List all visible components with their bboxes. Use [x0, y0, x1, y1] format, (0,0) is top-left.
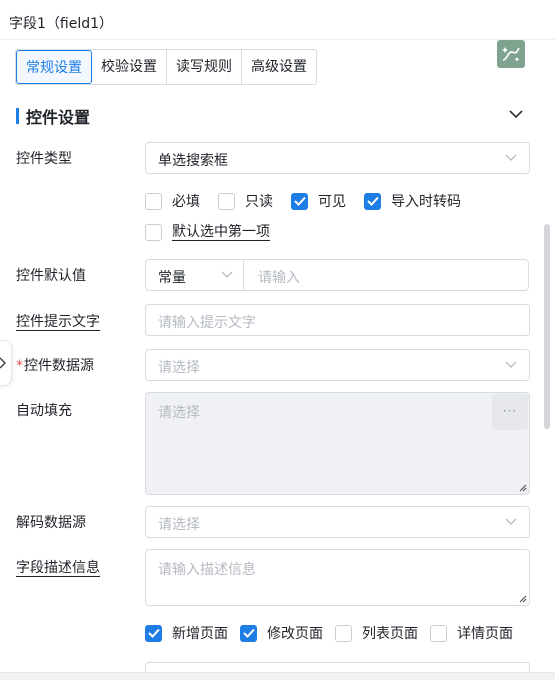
- default-value-field: 常量 请输入: [145, 259, 529, 291]
- data-source-placeholder: 请选择: [158, 360, 200, 376]
- autofill-label: 自动填充: [16, 403, 72, 419]
- checkbox-label: 导入时转码: [391, 194, 461, 210]
- default-value-mode-select[interactable]: 常量: [146, 260, 244, 290]
- chevron-down-icon: [505, 154, 517, 161]
- checkbox-label: 列表页面: [362, 626, 418, 642]
- chevron-down-icon: [221, 271, 233, 278]
- panel-header: 字段1（field1）: [0, 0, 555, 40]
- tab-read-write[interactable]: 读写规则: [167, 50, 242, 84]
- list-page-checkbox[interactable]: 列表页面: [335, 623, 418, 643]
- hint-text-placeholder: 请输入提示文字: [158, 315, 256, 331]
- checkbox-box: [291, 192, 308, 210]
- control-type-value: 单选搜索框: [158, 153, 228, 169]
- description-textarea[interactable]: 请输入描述信息: [145, 549, 530, 606]
- required-mark: *: [16, 358, 23, 374]
- tab-advanced[interactable]: 高级设置: [242, 50, 316, 84]
- checkbox-box: [430, 624, 447, 642]
- chevron-down-icon: [505, 518, 517, 525]
- checkbox-label: 默认选中第一项: [172, 223, 270, 241]
- autofill-placeholder: 请选择: [158, 405, 200, 421]
- checkbox-label: 必填: [172, 194, 200, 210]
- checkbox-box: [240, 624, 257, 642]
- checkbox-label: 详情页面: [457, 626, 513, 642]
- vertical-scrollbar[interactable]: [544, 224, 550, 429]
- checkbox-label: 修改页面: [267, 626, 323, 642]
- control-type-label: 控件类型: [16, 151, 72, 167]
- section-accent-bar: [16, 108, 19, 124]
- tab-general[interactable]: 常规设置: [16, 50, 92, 84]
- bottom-edge: [0, 672, 555, 680]
- tab-validation[interactable]: 校验设置: [92, 50, 167, 84]
- required-checkbox[interactable]: 必填: [145, 191, 200, 211]
- edit-page-checkbox[interactable]: 修改页面: [240, 623, 323, 643]
- magic-wand-button[interactable]: [497, 40, 525, 68]
- default-value-mode: 常量: [158, 270, 186, 286]
- decode-source-label: 解码数据源: [16, 515, 86, 531]
- default-first-row: 默认选中第一项: [145, 222, 288, 242]
- checkmark-icon: [147, 628, 160, 638]
- readonly-checkbox[interactable]: 只读: [218, 191, 273, 211]
- add-page-checkbox[interactable]: 新增页面: [145, 623, 228, 643]
- checkmark-icon: [242, 628, 255, 638]
- more-options-button[interactable]: ···: [492, 394, 528, 430]
- data-source-select[interactable]: 请选择: [145, 349, 530, 381]
- checkmark-icon: [366, 196, 379, 206]
- import-transcode-checkbox[interactable]: 导入时转码: [364, 191, 461, 211]
- checkbox-box: [145, 624, 162, 642]
- checkbox-box: [335, 624, 352, 642]
- default-value-input[interactable]: 请输入: [258, 267, 300, 287]
- settings-tabs: 常规设置 校验设置 读写规则 高级设置: [15, 49, 317, 85]
- checkmark-icon: [293, 196, 306, 206]
- chevron-down-icon[interactable]: [509, 109, 523, 119]
- checkbox-label: 新增页面: [172, 626, 228, 642]
- checkbox-label: 可见: [318, 194, 346, 210]
- checkbox-label: 只读: [245, 194, 273, 210]
- chevron-right-icon: [0, 357, 6, 369]
- checkbox-box: [145, 192, 162, 210]
- sparkle-curve-icon: [502, 47, 520, 62]
- description-label: 字段描述信息: [16, 560, 100, 577]
- checkbox-box: [218, 192, 235, 210]
- resize-handle-icon[interactable]: [517, 593, 527, 603]
- side-panel-toggle[interactable]: [0, 340, 12, 386]
- flags-row: 必填 只读 可见 导入时转码: [145, 191, 479, 211]
- data-source-label: *控件数据源: [16, 358, 94, 374]
- hint-text-label: 控件提示文字: [16, 314, 100, 331]
- field-title: 字段1（field1）: [9, 16, 114, 32]
- default-first-checkbox[interactable]: 默认选中第一项: [145, 223, 270, 241]
- checkbox-box: [364, 192, 381, 210]
- chevron-down-icon: [505, 361, 517, 368]
- description-placeholder: 请输入描述信息: [158, 562, 256, 578]
- control-type-select[interactable]: 单选搜索框: [145, 142, 530, 174]
- page-visibility-row: 新增页面 修改页面 列表页面 详情页面: [145, 623, 513, 643]
- decode-source-select[interactable]: 请选择: [145, 506, 530, 538]
- visible-checkbox[interactable]: 可见: [291, 191, 346, 211]
- section-title: 控件设置: [26, 108, 91, 127]
- default-value-label: 控件默认值: [16, 268, 86, 284]
- decode-source-placeholder: 请选择: [158, 517, 200, 533]
- detail-page-checkbox[interactable]: 详情页面: [430, 623, 513, 643]
- hint-text-input[interactable]: 请输入提示文字: [145, 304, 530, 336]
- autofill-textarea[interactable]: 请选择 ···: [145, 392, 530, 495]
- section-control-settings: 控件设置: [16, 106, 91, 127]
- resize-handle-icon[interactable]: [517, 482, 527, 492]
- checkbox-box: [145, 223, 162, 241]
